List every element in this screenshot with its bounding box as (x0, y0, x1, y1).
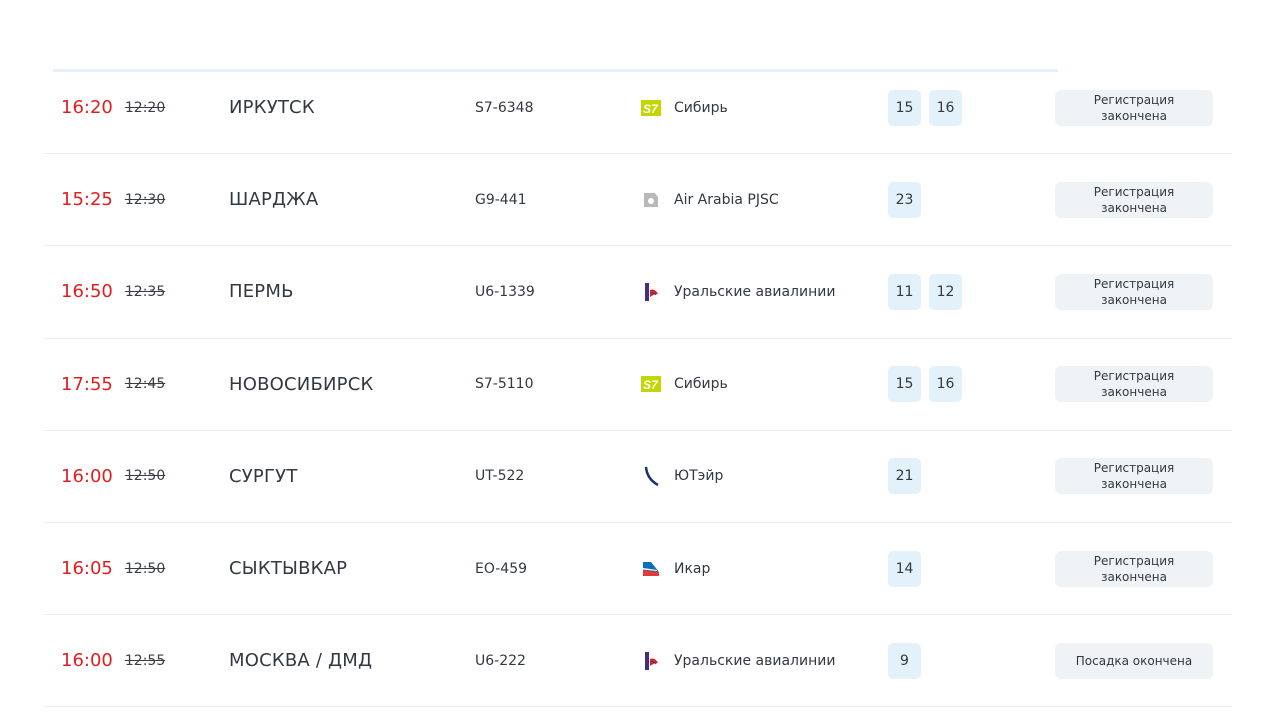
status-badge: Посадка окончена (1055, 642, 1213, 679)
s7-logo-icon: S7 (641, 374, 661, 394)
status-cell: Посадка окончена (1055, 615, 1213, 706)
airline-cell: Уральские авиалинии (641, 246, 835, 337)
table-row[interactable]: 16:20 12:20 ИРКУТСК S7-6348 S7 Сибирь 15 16 Реги… (44, 62, 1232, 155)
destination-city[interactable]: ШАРДЖА (229, 154, 318, 245)
time-cell: 16:20 12:20 (61, 62, 165, 153)
scheduled-time: 12:20 (124, 99, 166, 116)
airline-name: Уральские авиалинии (674, 283, 836, 300)
ikar-logo-icon (641, 559, 661, 579)
departures-table: 16:20 12:20 ИРКУТСК S7-6348 S7 Сибирь 15 16 Реги… (44, 62, 1232, 708)
table-row[interactable]: 16:05 12:50 СЫКТЫВКАР EO-459 Икар 14 Регистрац… (44, 523, 1232, 616)
airline-name: Air Arabia PJSC (674, 191, 779, 208)
status-cell: Регистрация закончена (1055, 62, 1213, 153)
status-badge: Регистрация закончена (1055, 458, 1213, 495)
gates-cell: 15 16 (888, 339, 970, 430)
gates-cell: 9 (888, 615, 929, 706)
gate-badge: 16 (929, 89, 962, 126)
status-cell: Регистрация закончена (1055, 339, 1213, 430)
gate-badge: 16 (929, 366, 962, 403)
table-row[interactable]: 17:55 12:45 НОВОСИБИРСК S7-5110 S7 Сибирь 15 16… (44, 339, 1232, 431)
gate-badge: 23 (888, 181, 921, 218)
airline-cell: S7 Сибирь (641, 62, 728, 153)
actual-time: 17:55 (61, 373, 113, 395)
actual-time: 16:00 (61, 650, 113, 672)
gates-cell: 14 (888, 523, 929, 614)
airline-name: Уральские авиалинии (674, 652, 836, 669)
flight-number[interactable]: UT-522 (475, 431, 524, 522)
flight-number[interactable]: EO-459 (475, 523, 527, 614)
gate-badge: 9 (888, 642, 921, 679)
time-cell: 15:25 12:30 (61, 154, 165, 245)
destination-city[interactable]: СЫКТЫВКАР (229, 523, 347, 614)
svg-text:S7: S7 (643, 378, 659, 392)
flight-number[interactable]: S7-5110 (475, 339, 533, 430)
status-cell: Регистрация закончена (1055, 154, 1213, 245)
status-cell: Регистрация закончена (1055, 523, 1213, 614)
airline-cell: Икар (641, 523, 710, 614)
destination-city[interactable]: ИРКУТСК (229, 62, 315, 153)
gates-cell: 21 (888, 431, 929, 522)
gate-badge: 12 (929, 273, 962, 310)
actual-time: 15:25 (61, 189, 113, 211)
airline-name: Сибирь (674, 376, 728, 393)
flight-number[interactable]: U6-1339 (475, 246, 535, 337)
status-cell: Регистрация закончена (1055, 246, 1213, 337)
flight-number[interactable]: U6-222 (475, 615, 526, 706)
actual-time: 16:00 (61, 465, 113, 487)
status-badge: Регистрация закончена (1055, 550, 1213, 587)
actual-time: 16:20 (61, 97, 113, 119)
ural-airlines-logo-icon (641, 651, 661, 671)
time-cell: 17:55 12:45 (61, 339, 165, 430)
flight-number[interactable]: S7-6348 (475, 62, 533, 153)
time-cell: 16:50 12:35 (61, 246, 165, 337)
gates-cell: 15 16 (888, 62, 970, 153)
gate-badge: 11 (888, 273, 921, 310)
status-badge: Регистрация закончена (1055, 366, 1213, 403)
gates-cell: 11 12 (888, 246, 970, 337)
scheduled-time: 12:45 (124, 376, 166, 393)
table-row[interactable]: 16:00 12:55 МОСКВА / ДМД U6-222 Уральские ав… (44, 615, 1232, 708)
s7-logo-icon: S7 (641, 98, 661, 118)
gate-badge: 15 (888, 89, 921, 126)
table-row[interactable]: 15:25 12:30 ШАРДЖА G9-441 Air Arabia PJSC 23 Р… (44, 154, 1232, 247)
time-cell: 16:00 12:50 (61, 431, 165, 522)
airline-cell: Уральские авиалинии (641, 615, 835, 706)
air-arabia-logo-icon (641, 190, 661, 210)
destination-city[interactable]: НОВОСИБИРСК (229, 339, 373, 430)
status-badge: Регистрация закончена (1055, 89, 1213, 126)
scheduled-time: 12:50 (124, 560, 166, 577)
scheduled-time: 12:55 (124, 652, 166, 669)
status-badge: Регистрация закончена (1055, 273, 1213, 310)
airline-name: ЮТэйр (674, 468, 724, 485)
time-cell: 16:00 12:55 (61, 615, 165, 706)
gates-cell: 23 (888, 154, 929, 245)
time-cell: 16:05 12:50 (61, 523, 165, 614)
table-row[interactable]: 16:00 12:50 СУРГУТ UT-522 ЮТэйр 21 Регистрация… (44, 431, 1232, 523)
airline-cell: ЮТэйр (641, 431, 723, 522)
airline-cell: S7 Сибирь (641, 339, 728, 430)
gate-badge: 15 (888, 366, 921, 403)
airline-name: Икар (674, 560, 711, 577)
scheduled-time: 12:35 (124, 283, 166, 300)
gate-badge: 14 (888, 550, 921, 587)
svg-text:S7: S7 (643, 102, 659, 116)
status-cell: Регистрация закончена (1055, 431, 1213, 522)
scheduled-time: 12:50 (124, 468, 166, 485)
actual-time: 16:50 (61, 281, 113, 303)
utair-logo-icon (641, 466, 661, 487)
destination-city[interactable]: ПЕРМЬ (229, 246, 294, 337)
scheduled-time: 12:30 (124, 191, 166, 208)
destination-city[interactable]: МОСКВА / ДМД (229, 615, 372, 706)
flight-number[interactable]: G9-441 (475, 154, 527, 245)
actual-time: 16:05 (61, 558, 113, 580)
destination-city[interactable]: СУРГУТ (229, 431, 298, 522)
gate-badge: 21 (888, 458, 921, 495)
status-badge: Регистрация закончена (1055, 181, 1213, 218)
ural-airlines-logo-icon (641, 282, 661, 302)
table-row[interactable]: 16:50 12:35 ПЕРМЬ U6-1339 Уральские авиалини… (44, 246, 1232, 339)
airline-name: Сибирь (674, 99, 728, 116)
airline-cell: Air Arabia PJSC (641, 154, 779, 245)
